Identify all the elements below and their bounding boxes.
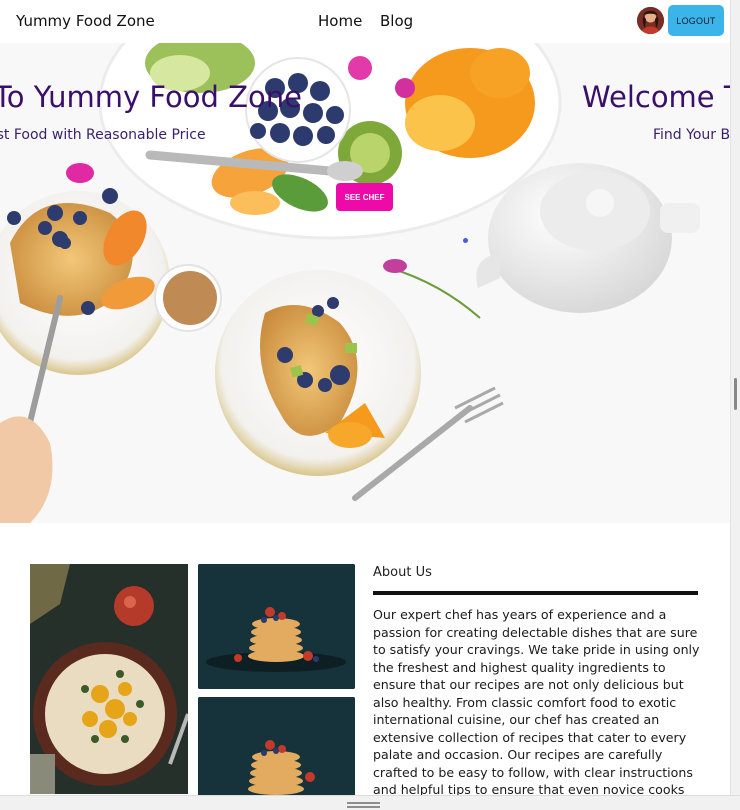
resize-handle-icon[interactable] (347, 802, 380, 808)
pancake-stack-icon (198, 564, 355, 689)
hero-carousel: To Yummy Food Zone est Food with Reasona… (0, 43, 730, 523)
hero-slide-subtitle-next: Find Your B (653, 127, 730, 143)
user-avatar[interactable] (637, 7, 664, 34)
brand-name[interactable]: Yummy Food Zone (16, 12, 155, 30)
carousel-indicator-dot[interactable] (463, 238, 468, 243)
about-heading: About Us (373, 565, 432, 580)
avatar-image-icon (637, 7, 664, 34)
about-paragraph: Our expert chef has years of experience … (373, 607, 700, 796)
about-image-pancakes (198, 564, 355, 689)
about-divider (373, 591, 698, 595)
porridge-bowl-icon (30, 564, 188, 794)
nav-link-blog[interactable]: Blog (380, 12, 413, 30)
hero-slide-title: To Yummy Food Zone (0, 80, 302, 114)
nav-link-home[interactable]: Home (318, 12, 362, 30)
top-navbar: Yummy Food Zone Home Blog LOGOUT (0, 0, 730, 43)
see-chef-button[interactable]: SEE CHEF (336, 183, 393, 211)
logout-button[interactable]: LOGOUT (668, 5, 724, 36)
pancake-stack-icon-2 (198, 697, 355, 797)
hero-food-image (0, 43, 730, 523)
about-image-pancakes-2 (198, 697, 355, 797)
about-image-porridge (30, 564, 188, 794)
scrollbar-thumb[interactable] (734, 378, 737, 410)
hero-slide-subtitle: est Food with Reasonable Price (0, 127, 206, 143)
hero-slide-title-next: Welcome T (582, 80, 730, 114)
